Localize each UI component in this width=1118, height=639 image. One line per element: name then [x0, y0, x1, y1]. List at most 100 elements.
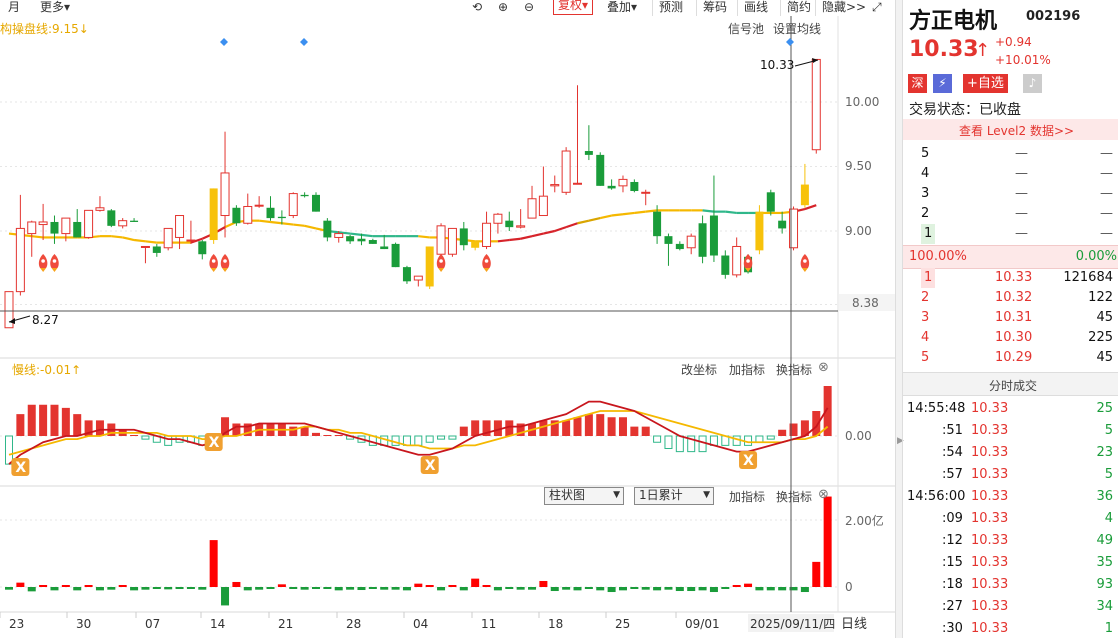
- forecast-button[interactable]: 预测: [652, 0, 683, 16]
- simple-button[interactable]: 简约: [780, 0, 811, 16]
- tick-price: 10.33: [971, 533, 1009, 548]
- macd-bar: [425, 435, 434, 443]
- add-indicator-link-2[interactable]: 加指标: [729, 488, 765, 505]
- tick-row: :54 10.33 23: [903, 443, 1118, 463]
- bid-row: 4 10.30 225: [903, 328, 1118, 348]
- add-watchlist-button[interactable]: +自选: [963, 74, 1008, 93]
- more-menu[interactable]: 更多▾: [40, 0, 70, 16]
- tick-price: 10.33: [971, 555, 1009, 570]
- volume-bar: [562, 587, 571, 590]
- rocket-icon: [38, 254, 48, 272]
- candle-body: [766, 192, 775, 212]
- trade-status: 交易状态：已收盘: [909, 102, 1021, 118]
- volume-bar: [414, 583, 423, 587]
- cross-signal-icon: X: [11, 458, 30, 476]
- volume-bar: [221, 587, 230, 606]
- bid-level: 5: [921, 350, 930, 365]
- level2-banner[interactable]: 查看 Level2 数据>>: [903, 119, 1118, 140]
- chips-button[interactable]: 筹码: [696, 0, 727, 16]
- bid-volume: 121684: [1063, 270, 1113, 285]
- macd-bar: [437, 435, 446, 440]
- ma-segment: [509, 237, 521, 242]
- signal-diamond-2[interactable]: [300, 38, 308, 46]
- rocket-icon: [436, 254, 446, 272]
- tick-time: :51: [942, 423, 963, 438]
- ticks-title: 分时成交: [989, 379, 1038, 393]
- up-arrow-icon: ↑: [975, 40, 991, 61]
- chart-type-select[interactable]: 柱状图 ▼: [544, 487, 624, 505]
- lightning-icon[interactable]: ⚡: [933, 74, 952, 93]
- volume-bar: [687, 587, 696, 592]
- volume-bar: [152, 587, 161, 589]
- ask-price: —: [1015, 166, 1028, 181]
- ask-row: 2 — —: [903, 204, 1118, 224]
- ma-segment: [145, 240, 157, 244]
- signal-diamond-3[interactable]: [786, 38, 794, 46]
- volume-bar: [573, 587, 582, 591]
- switch-indicator-link[interactable]: 换指标: [776, 361, 812, 378]
- tick-row: :09 10.33 4: [903, 509, 1118, 529]
- macd-bar: [618, 417, 627, 436]
- ratio-left: 100.00%: [909, 249, 967, 264]
- candle-body: [755, 211, 764, 251]
- accum-select[interactable]: 1日累计 ▼: [634, 487, 714, 505]
- switch-indicator-link-2[interactable]: 换指标: [776, 488, 812, 505]
- macd-bar: [334, 435, 343, 436]
- add-indicator-link[interactable]: 加指标: [729, 361, 765, 378]
- signal-pool-link[interactable]: 信号池: [728, 20, 764, 37]
- ma-segment: [702, 209, 715, 213]
- macd-bar: [664, 435, 673, 449]
- candle-body: [493, 213, 503, 224]
- fullscreen-icon[interactable]: ⤢: [872, 0, 882, 16]
- ma-segment: [645, 209, 658, 213]
- volume-bar: [175, 587, 184, 590]
- macd-bar: [130, 435, 139, 436]
- macd-bar: [607, 417, 616, 436]
- date-label: 18: [548, 617, 563, 631]
- volume-bar: [812, 561, 821, 587]
- bell-icon[interactable]: ♪: [1023, 74, 1042, 93]
- zoom-out-icon[interactable]: ⊖: [524, 0, 534, 16]
- candle-body: [73, 221, 82, 238]
- draw-line-button[interactable]: 画线: [737, 0, 768, 16]
- period-label[interactable]: 日线: [841, 617, 867, 632]
- candle-body: [209, 188, 218, 241]
- volume-bar: [198, 587, 207, 590]
- candle-body: [653, 211, 662, 237]
- volume-bar: [709, 587, 718, 593]
- candle-body: [118, 220, 128, 227]
- ma-segment: [554, 226, 567, 233]
- close-macd-icon[interactable]: ⊗: [818, 360, 829, 375]
- signal-diamond-1[interactable]: [220, 38, 228, 46]
- ma-segment: [418, 235, 430, 239]
- candle-body: [220, 172, 230, 217]
- candle-body: [232, 207, 241, 224]
- period-month-tab[interactable]: 月: [8, 0, 20, 16]
- zoom-in-icon[interactable]: ⊕: [498, 0, 508, 16]
- bid-price: 10.29: [995, 350, 1033, 365]
- date-axis: 23 30 07 14 21 28 04 11 18 25 09/01: [0, 612, 720, 631]
- undo-icon[interactable]: ⟲: [472, 0, 482, 16]
- bid-row: 1 10.33 121684: [903, 268, 1118, 288]
- close-volume-icon[interactable]: ⊗: [818, 487, 829, 502]
- ma-segment: [281, 222, 294, 226]
- candle-body: [709, 215, 718, 256]
- candle-body: [266, 207, 275, 219]
- ma-segment: [497, 238, 510, 243]
- adjust-rights-button[interactable]: 复权▾: [553, 0, 594, 15]
- macd-bar: [73, 414, 82, 436]
- main-indicator-label: 构操盘线:9.15↓: [0, 22, 89, 36]
- level2-link[interactable]: 查看 Level2 数据>>: [959, 122, 1074, 139]
- overlay-menu[interactable]: 叠加▾: [607, 0, 637, 16]
- kline-chart[interactable]: X X X X 10.00 9.50 9.00 8.38 0.00 2.00亿 0 1…: [0, 0, 895, 638]
- set-ma-link[interactable]: 设置均线: [773, 20, 821, 37]
- hide-button[interactable]: 隐藏>>: [815, 0, 866, 16]
- macd-bar: [755, 435, 764, 443]
- candle-body: [573, 182, 582, 185]
- volume-bar: [732, 585, 741, 587]
- macd-bar: [630, 426, 639, 436]
- candle-body: [163, 227, 173, 249]
- candle-body: [618, 178, 628, 187]
- tick-time: 14:55:48: [907, 401, 966, 416]
- change-axis-link[interactable]: 改坐标: [681, 361, 717, 378]
